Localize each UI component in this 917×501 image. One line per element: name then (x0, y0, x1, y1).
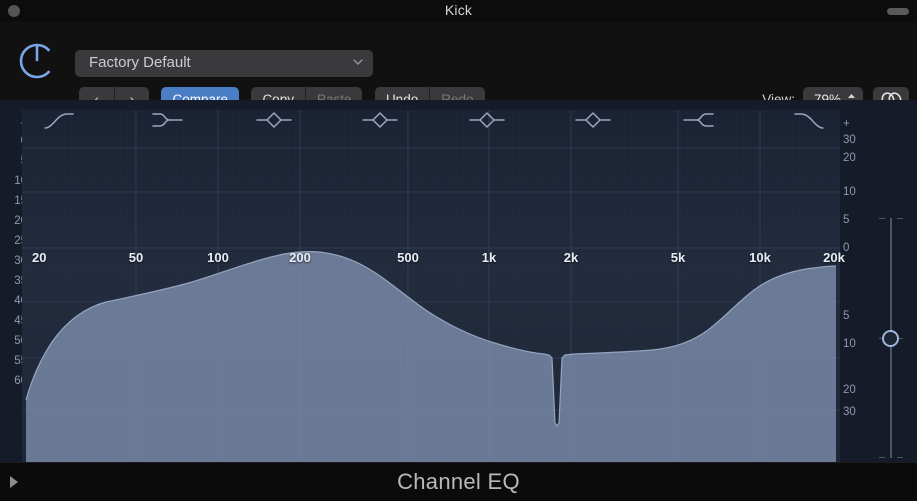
high-shelf-icon (683, 113, 714, 127)
axis-tick-right: 20 (843, 152, 856, 164)
preset-name: Factory Default (89, 54, 191, 71)
band-type-high-shelf[interactable] (676, 108, 722, 132)
axis-tick-right: 5 (843, 214, 850, 226)
window-titlebar: Kick (0, 0, 917, 22)
band-type-lowpass[interactable] (783, 108, 829, 132)
plugin-name: Channel EQ (397, 469, 520, 494)
window-title: Kick (444, 2, 473, 18)
resize-pill-icon[interactable] (887, 8, 909, 15)
gain-tick-top-left (879, 218, 885, 219)
gain-slider-knob[interactable] (882, 330, 899, 347)
axis-tick-right: 30 (843, 406, 856, 418)
highpass-filter-icon (44, 113, 74, 129)
chevron-down-icon (353, 59, 363, 65)
channel-eq-plugin-window: Kick Factory Default ‹ › Compare (0, 0, 917, 501)
low-shelf-icon (152, 113, 183, 127)
bell-icon (362, 112, 398, 128)
band-type-bell-4[interactable] (570, 108, 616, 132)
bell-icon (469, 112, 505, 128)
eq-display-area: + 0 5 10 15 20 25 30 35 40 45 50 55 60 (0, 100, 917, 462)
bell-icon (256, 112, 292, 128)
power-button[interactable] (14, 36, 60, 82)
power-icon (19, 43, 55, 79)
axis-tick-right: 5 (843, 310, 850, 322)
gain-axis-right: + 30 20 10 5 0 5 10 20 30 (840, 100, 874, 462)
band-type-bell-2[interactable] (357, 108, 403, 132)
plugin-header-toolbar: Factory Default ‹ › Compare Copy Paste U… (0, 22, 917, 112)
gain-tick-bottom-left (879, 457, 885, 458)
band-type-highpass[interactable] (39, 108, 85, 132)
band-type-low-shelf[interactable] (144, 108, 190, 132)
plugin-footer: Channel EQ (0, 462, 917, 501)
gain-tick-top-right (897, 218, 903, 219)
band-type-bell-1[interactable] (251, 108, 297, 132)
band-icon-row (22, 100, 840, 138)
axis-tick-right: 0 (843, 242, 850, 254)
preset-select[interactable]: Factory Default (75, 50, 373, 77)
master-gain-slider[interactable] (878, 218, 904, 458)
gain-tick-bottom-right (897, 457, 903, 458)
eq-graph[interactable]: 20 50 100 200 500 1k 2k 5k 10k 20k (22, 110, 845, 462)
axis-tick-right: 20 (843, 384, 856, 396)
axis-tick-right: 10 (843, 186, 856, 198)
band-type-bell-3[interactable] (464, 108, 510, 132)
eq-response-curve (25, 251, 837, 462)
axis-tick-right: 10 (843, 338, 856, 350)
lowpass-filter-icon (794, 113, 824, 129)
axis-tick-right: 30 (843, 134, 856, 146)
bell-icon (575, 112, 611, 128)
axis-tick-right: + (843, 118, 850, 130)
